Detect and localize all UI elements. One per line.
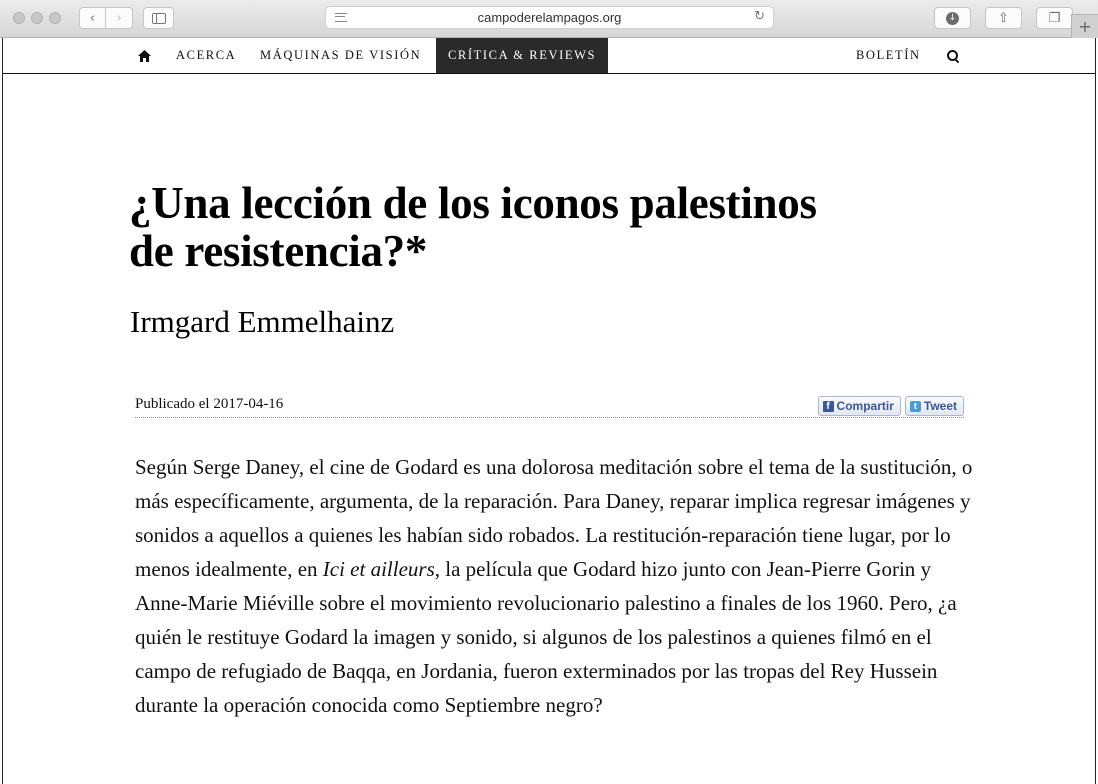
article-title: ¿Una lección de los iconos palestinos de… — [129, 178, 817, 276]
nav-vision-machines[interactable]: MÁQUINAS DE VISIÓN — [260, 38, 421, 73]
nav-criticism[interactable]: CRÍTICA & REVIEWS — [436, 38, 609, 73]
facebook-share-button[interactable]: f Compartir — [817, 396, 901, 416]
share-button[interactable]: ⇧ — [985, 7, 1022, 29]
browser-toolbar: ‹ › campoderelampagos.org ↻ ↓ ⇧ ❐ + — [0, 0, 1098, 38]
article-paragraph: Según Serge Daney, el cine de Godard es … — [135, 450, 975, 722]
publish-date: Publicado el 2017-04-16 — [135, 396, 284, 412]
tabs-icon: ❐ — [1048, 10, 1061, 26]
facebook-icon: f — [822, 400, 834, 412]
home-icon — [137, 49, 151, 62]
forward-button[interactable]: › — [106, 7, 133, 29]
paragraph-text-2: , la película que Godard hizo junto con … — [135, 557, 957, 717]
tabs-overview-button[interactable]: ❐ — [1036, 7, 1073, 29]
address-bar[interactable]: campoderelampagos.org ↻ — [325, 6, 774, 29]
new-tab-button[interactable]: + — [1071, 14, 1098, 38]
share-icon: ⇧ — [998, 10, 1009, 26]
facebook-share-label: Compartir — [836, 399, 894, 413]
nav-about[interactable]: ACERCA — [176, 38, 236, 73]
window-controls — [13, 12, 61, 24]
site-navigation: ACERCA MÁQUINAS DE VISIÓN CRÍTICA & REVI… — [3, 38, 1095, 74]
search-button[interactable] — [947, 38, 959, 73]
article-author: Irmgard Emmelhainz — [130, 304, 395, 339]
home-link[interactable] — [137, 38, 151, 73]
tweet-label: Tweet — [923, 399, 957, 413]
toolbar-actions: ↓ ⇧ ❐ — [934, 7, 1073, 29]
chevron-right-icon: › — [116, 10, 122, 26]
chevron-left-icon: ‹ — [89, 10, 96, 26]
downloads-button[interactable]: ↓ — [934, 7, 971, 29]
back-button[interactable]: ‹ — [79, 7, 106, 29]
sidebar-button[interactable] — [143, 7, 174, 29]
reader-view-icon[interactable] — [335, 13, 347, 22]
zoom-window-button[interactable] — [49, 12, 61, 24]
film-title: Ici et ailleurs — [322, 557, 435, 581]
tweet-button[interactable]: t Tweet — [904, 396, 964, 416]
close-window-button[interactable] — [13, 12, 25, 24]
search-icon — [947, 49, 959, 62]
nav-newsletter[interactable]: BOLETÍN — [856, 38, 921, 73]
article-meta: Publicado el 2017-04-16 f Compartir t Tw… — [135, 394, 964, 418]
web-page: ACERCA MÁQUINAS DE VISIÓN CRÍTICA & REVI… — [2, 38, 1096, 784]
download-icon: ↓ — [946, 11, 959, 25]
url-text: campoderelampagos.org — [477, 10, 622, 25]
history-buttons: ‹ › — [79, 7, 133, 29]
twitter-icon: t — [909, 400, 921, 412]
minimize-window-button[interactable] — [31, 12, 43, 24]
share-buttons: f Compartir t Tweet — [817, 396, 964, 416]
plus-icon: + — [1078, 17, 1092, 36]
reload-icon[interactable]: ↻ — [754, 9, 765, 24]
sidebar-icon — [151, 12, 166, 24]
